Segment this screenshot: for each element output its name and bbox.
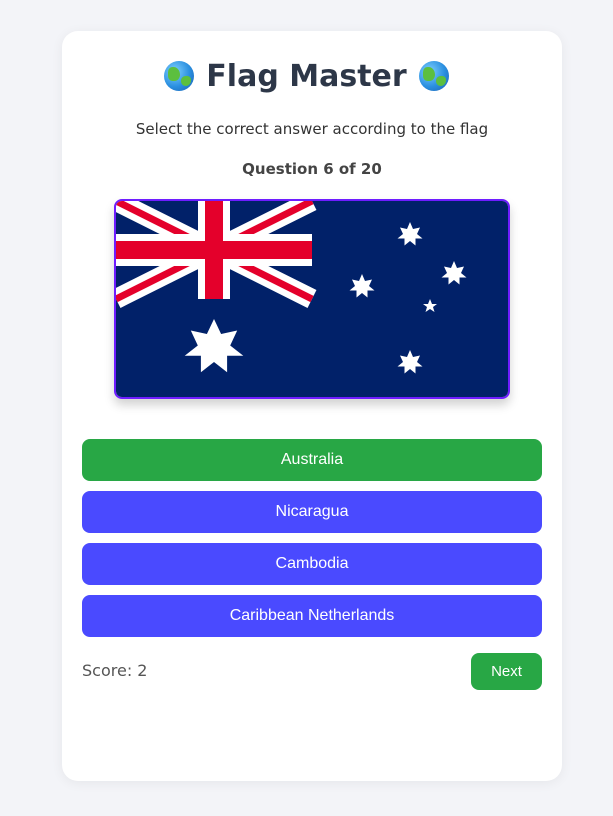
next-button[interactable]: Next	[471, 653, 542, 690]
answer-button-2[interactable]: Nicaragua	[82, 491, 542, 533]
globe-icon	[418, 61, 449, 91]
instructions-text: Select the correct answer according to t…	[135, 120, 489, 138]
answer-button-1[interactable]: Australia	[82, 439, 542, 481]
answer-button-3[interactable]: Cambodia	[82, 543, 542, 585]
app-header: Flag Master	[0, 56, 613, 96]
flag-image	[114, 199, 510, 399]
question-counter: Question 6 of 20	[242, 160, 382, 178]
globe-icon	[164, 61, 195, 91]
app-title: Flag Master	[206, 58, 407, 94]
score-display: Score: 2	[82, 661, 148, 680]
answer-button-4[interactable]: Caribbean Netherlands	[82, 595, 542, 637]
